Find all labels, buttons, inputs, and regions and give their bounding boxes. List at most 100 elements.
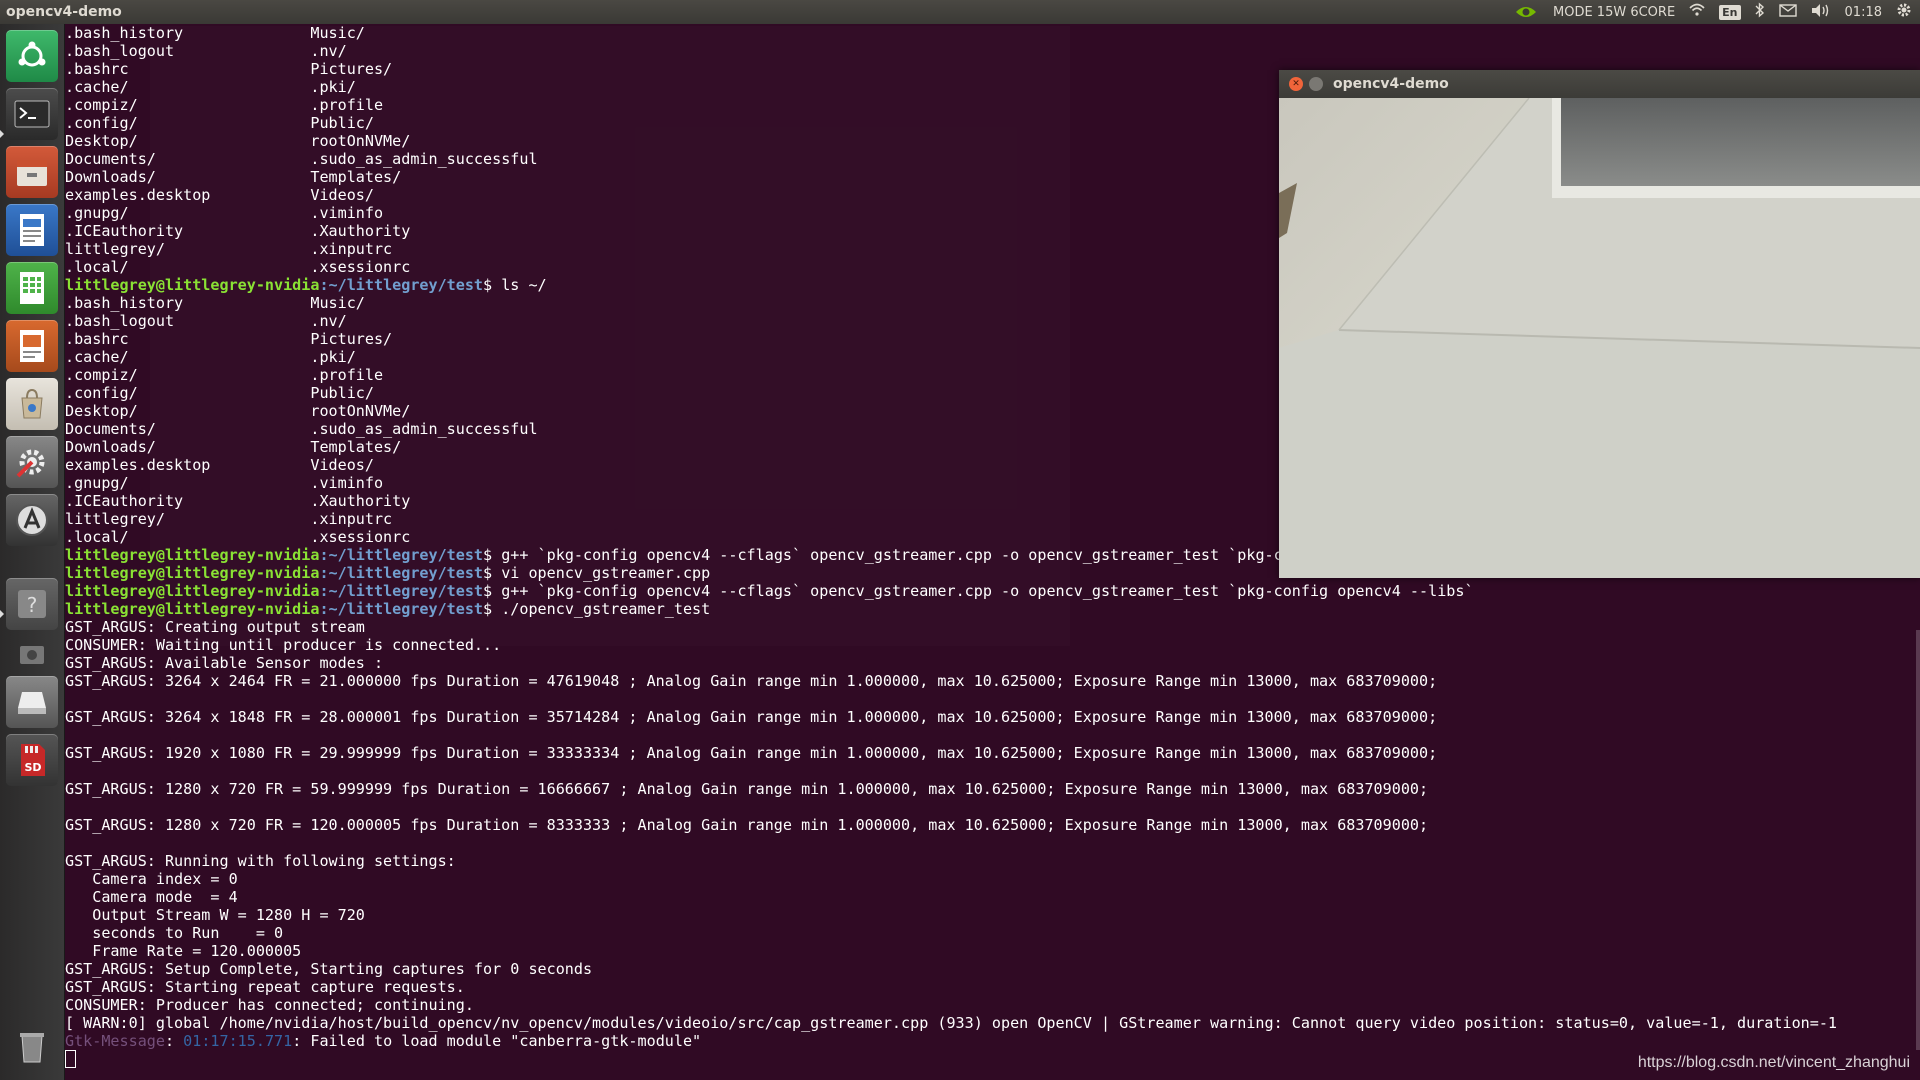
ls-entry: .bash_logout bbox=[65, 312, 311, 330]
terminal-icon[interactable] bbox=[6, 88, 58, 140]
gtk-message-line: Gtk-Message: 01:17:15.771: Failed to loa… bbox=[65, 1032, 1920, 1050]
output-line: seconds to Run = 0 bbox=[65, 924, 284, 942]
ls-entry: .nv/ bbox=[310, 312, 347, 330]
csdn-watermark: https://blog.csdn.net/vincent_zhanghui bbox=[1637, 1054, 1910, 1071]
close-icon[interactable]: ✕ bbox=[1289, 77, 1303, 91]
ls-entry: littlegrey/ bbox=[65, 240, 311, 258]
prompt-user: littlegrey@littlegrey-nvidia bbox=[65, 276, 320, 294]
ls-entry: Public/ bbox=[310, 384, 374, 402]
drive-icon[interactable] bbox=[6, 676, 58, 728]
files-icon[interactable] bbox=[6, 146, 58, 198]
ls-row: .bash_history Music/ bbox=[65, 24, 1920, 42]
ls-entry: .viminfo bbox=[310, 474, 384, 492]
ls-entry: .xsessionrc bbox=[310, 528, 411, 546]
camera-icon[interactable] bbox=[6, 636, 58, 672]
ls-entry: .gnupg/ bbox=[65, 204, 311, 222]
ls-entry: .xsessionrc bbox=[310, 258, 411, 276]
software-center-icon[interactable] bbox=[6, 378, 58, 430]
volume-icon[interactable] bbox=[1811, 3, 1831, 22]
output-line: GST_ARGUS: Available Sensor modes : bbox=[65, 654, 384, 672]
ls-entry: .ICEauthority bbox=[65, 222, 311, 240]
ls-entry: Music/ bbox=[310, 294, 365, 312]
ls-entry: Templates/ bbox=[310, 168, 402, 186]
ls-entry: examples.desktop bbox=[65, 456, 311, 474]
output-line: Frame Rate = 120.000005 bbox=[65, 942, 302, 960]
prompt-path: :~/littlegrey/test bbox=[319, 582, 484, 600]
top-panel: opencv4-demo MODE 15W 6CORE En 01:18 bbox=[0, 0, 1920, 24]
power-mode-label[interactable]: MODE 15W 6CORE bbox=[1553, 5, 1675, 20]
output-line: GST_ARGUS: 1280 x 720 FR = 59.999999 fps… bbox=[65, 780, 1429, 798]
output-line: GST_ARGUS: Starting repeat capture reque… bbox=[65, 978, 465, 996]
ls-entry: rootOnNVMe/ bbox=[310, 132, 411, 150]
ls-entry: .compiz/ bbox=[65, 366, 311, 384]
prompt-user: littlegrey@littlegrey-nvidia bbox=[65, 600, 320, 618]
gtk-label: Gtk-Message bbox=[65, 1032, 165, 1050]
sd-card-icon[interactable]: SD bbox=[6, 734, 58, 786]
terminal-scrollbar[interactable] bbox=[1916, 630, 1920, 1050]
ls-row: .bash_logout .nv/ bbox=[65, 42, 1920, 60]
ls-entry: Videos/ bbox=[310, 186, 374, 204]
svg-text:?: ? bbox=[27, 593, 38, 617]
ls-entry: .xinputrc bbox=[310, 240, 393, 258]
prompt-path: :~/littlegrey/test bbox=[319, 546, 484, 564]
clock[interactable]: 01:18 bbox=[1845, 5, 1882, 20]
nvidia-icon[interactable] bbox=[1513, 4, 1539, 20]
ls-entry: .bash_logout bbox=[65, 42, 311, 60]
ls-entry: .sudo_as_admin_successful bbox=[310, 150, 538, 168]
opencv-window[interactable]: ✕ opencv4-demo bbox=[1279, 70, 1920, 578]
software-updater-icon[interactable] bbox=[6, 494, 58, 546]
output-line: GST_ARGUS: Running with following settin… bbox=[65, 852, 456, 870]
ls-entry: .profile bbox=[310, 366, 384, 384]
libreoffice-impress-icon[interactable] bbox=[6, 320, 58, 372]
system-settings-icon[interactable] bbox=[6, 436, 58, 488]
prompt-path: :~/littlegrey/test bbox=[319, 600, 484, 618]
prompt-user: littlegrey@littlegrey-nvidia bbox=[65, 582, 320, 600]
prompt-user: littlegrey@littlegrey-nvidia bbox=[65, 564, 320, 582]
ls-entry: Documents/ bbox=[65, 420, 311, 438]
prompt-line: littlegrey@littlegrey-nvidia:~/littlegre… bbox=[65, 582, 1920, 600]
output-line: GST_ARGUS: 3264 x 2464 FR = 21.000000 fp… bbox=[65, 672, 1438, 690]
wifi-icon[interactable] bbox=[1689, 3, 1705, 21]
command-text: $ g++ `pkg-config opencv4 --cflags` open… bbox=[483, 582, 1474, 600]
help-icon[interactable]: ? bbox=[6, 578, 58, 630]
bluetooth-icon[interactable] bbox=[1755, 2, 1765, 22]
ls-entry: rootOnNVMe/ bbox=[310, 402, 411, 420]
running-indicator bbox=[0, 130, 4, 138]
ls-entry: .nv/ bbox=[310, 42, 347, 60]
output-line: Output Stream W = 1280 H = 720 bbox=[65, 906, 365, 924]
ls-entry: .pki/ bbox=[310, 78, 356, 96]
ls-entry: littlegrey/ bbox=[65, 510, 311, 528]
gtk-text: : Failed to load module "canberra-gtk-mo… bbox=[292, 1032, 702, 1050]
ubuntu-dash-icon[interactable] bbox=[6, 30, 58, 82]
command-text: $ vi opencv_gstreamer.cpp bbox=[483, 564, 711, 582]
libreoffice-writer-icon[interactable] bbox=[6, 204, 58, 256]
ls-entry: .Xauthority bbox=[310, 492, 411, 510]
trash-icon[interactable] bbox=[6, 1020, 58, 1072]
gear-icon[interactable] bbox=[1896, 2, 1912, 22]
terminal-cursor bbox=[65, 1050, 76, 1068]
mail-icon[interactable] bbox=[1778, 3, 1797, 21]
opencv-window-titlebar[interactable]: ✕ opencv4-demo bbox=[1279, 70, 1920, 98]
ls-entry: Public/ bbox=[310, 114, 374, 132]
ls-entry: .Xauthority bbox=[310, 222, 411, 240]
libreoffice-calc-icon[interactable] bbox=[6, 262, 58, 314]
command-text: $ g++ `pkg-config opencv4 --cflags` open… bbox=[483, 546, 1292, 564]
ls-entry: examples.desktop bbox=[65, 186, 311, 204]
ls-entry: Desktop/ bbox=[65, 402, 311, 420]
output-line: Camera index = 0 bbox=[65, 870, 238, 888]
ls-entry: Documents/ bbox=[65, 150, 311, 168]
ls-entry: .profile bbox=[310, 96, 384, 114]
unity-launcher: ? SD bbox=[0, 24, 65, 1080]
ls-entry: Downloads/ bbox=[65, 438, 311, 456]
active-window-title: opencv4-demo bbox=[6, 4, 122, 20]
ls-entry: Videos/ bbox=[310, 456, 374, 474]
minimize-icon[interactable] bbox=[1309, 77, 1323, 91]
ls-entry: .viminfo bbox=[310, 204, 384, 222]
output-line: GST_ARGUS: Setup Complete, Starting capt… bbox=[65, 960, 593, 978]
keyboard-lang-icon[interactable]: En bbox=[1719, 4, 1741, 20]
output-line: Camera mode = 4 bbox=[65, 888, 238, 906]
prompt-path: :~/littlegrey/test bbox=[319, 564, 484, 582]
command-text: $ ./opencv_gstreamer_test bbox=[483, 600, 711, 618]
